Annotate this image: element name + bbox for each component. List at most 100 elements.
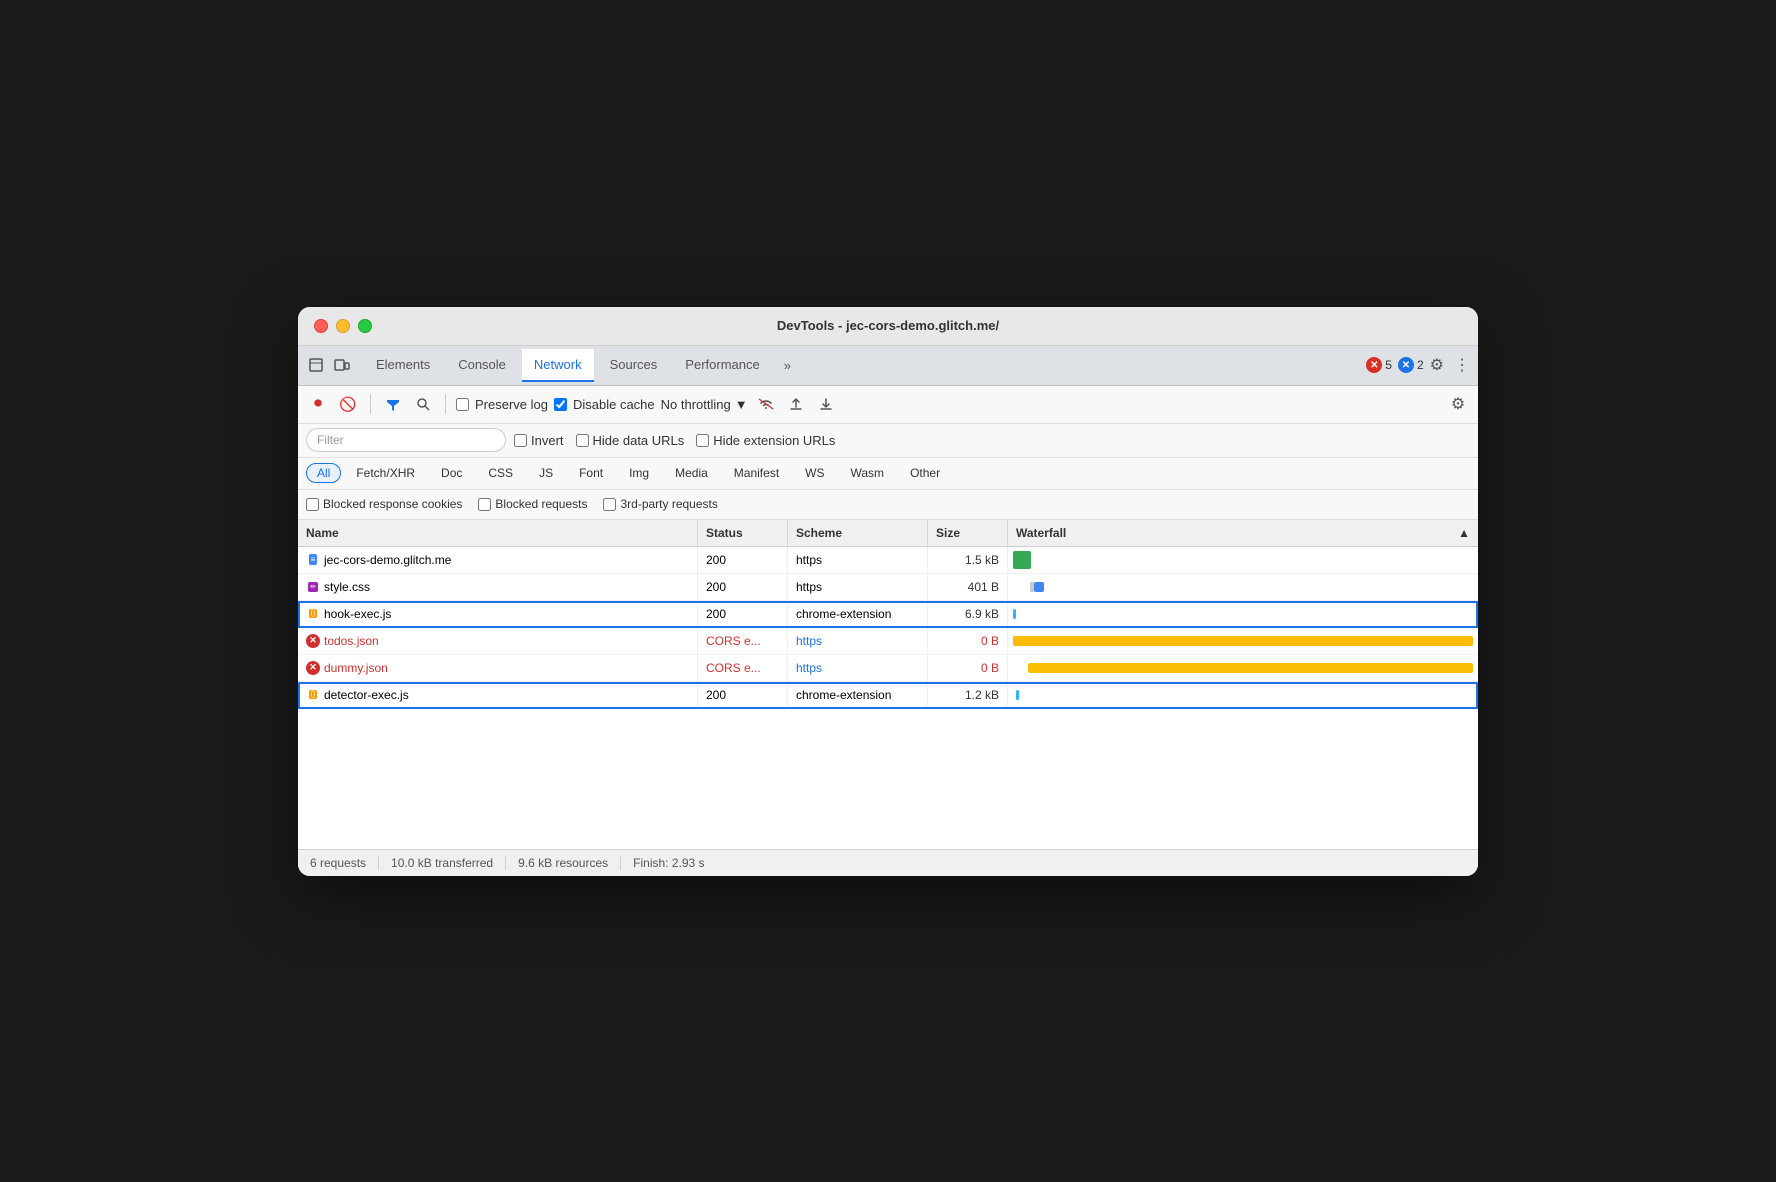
record-button[interactable]: ⏺ [306, 392, 330, 416]
type-btn-font[interactable]: Font [568, 463, 614, 483]
hide-data-urls-checkbox[interactable] [576, 434, 589, 447]
table-row[interactable]: ✏ style.css 200 https 401 B [298, 574, 1478, 601]
td-size: 6.9 kB [928, 601, 1008, 627]
blocked-cookies-checkbox[interactable] [306, 498, 319, 511]
type-btn-all[interactable]: All [306, 463, 341, 483]
devtools-window: DevTools - jec-cors-demo.glitch.me/ [298, 307, 1478, 876]
wifi-icon[interactable] [754, 392, 778, 416]
toolbar-separator-2 [445, 394, 446, 414]
cursor-icon[interactable] [306, 355, 326, 375]
th-size-label: Size [936, 526, 960, 540]
type-btn-wasm[interactable]: Wasm [840, 463, 896, 483]
status-bar: 6 requests 10.0 kB transferred 9.6 kB re… [298, 849, 1478, 876]
th-status[interactable]: Status [698, 520, 788, 546]
type-btn-media[interactable]: Media [664, 463, 719, 483]
preserve-log-option: Preserve log [456, 397, 548, 412]
row-name: todos.json [324, 634, 379, 648]
td-status: 200 [698, 601, 788, 627]
table-row[interactable]: {} hook-exec.js 200 chrome-extension 6.9… [298, 601, 1478, 628]
td-size: 1.5 kB [928, 547, 1008, 573]
invert-checkbox[interactable] [514, 434, 527, 447]
invert-option[interactable]: Invert [514, 433, 564, 448]
maximize-button[interactable] [358, 319, 372, 333]
blocked-requests-option[interactable]: Blocked requests [478, 497, 587, 511]
type-btn-manifest[interactable]: Manifest [723, 463, 790, 483]
title-bar: DevTools - jec-cors-demo.glitch.me/ [298, 307, 1478, 346]
th-status-label: Status [706, 526, 743, 540]
th-scheme-label: Scheme [796, 526, 842, 540]
th-waterfall[interactable]: Waterfall ▲ [1008, 520, 1478, 546]
th-scheme[interactable]: Scheme [788, 520, 928, 546]
type-btn-fetch[interactable]: Fetch/XHR [345, 463, 426, 483]
tab-console[interactable]: Console [446, 349, 518, 382]
filter-icon[interactable] [381, 392, 405, 416]
upload-icon[interactable] [784, 392, 808, 416]
main-toolbar: ⏺ 🚫 Preserve log Disable ca [298, 386, 1478, 424]
tab-badges: ✕ 5 ✕ 2 ⚙ ⋮ [1366, 355, 1470, 375]
preserve-log-checkbox[interactable] [456, 398, 469, 411]
preserve-log-label: Preserve log [475, 397, 548, 412]
hide-data-urls-label: Hide data URLs [593, 433, 685, 448]
type-btn-ws[interactable]: WS [794, 463, 835, 483]
filter-row: Invert Hide data URLs Hide extension URL… [298, 424, 1478, 458]
type-btn-css[interactable]: CSS [477, 463, 524, 483]
table-row[interactable]: {} detector-exec.js 200 chrome-extension… [298, 682, 1478, 709]
filter-input[interactable] [306, 428, 506, 452]
device-icon[interactable] [332, 355, 352, 375]
hide-ext-urls-option[interactable]: Hide extension URLs [696, 433, 835, 448]
blocked-requests-label: Blocked requests [495, 497, 587, 511]
settings-icon[interactable]: ⚙ [1430, 355, 1444, 375]
tab-performance[interactable]: Performance [673, 349, 771, 382]
tab-network[interactable]: Network [522, 349, 594, 382]
td-name: ✕ dummy.json [298, 655, 698, 681]
more-tabs-button[interactable]: » [776, 354, 799, 377]
network-settings-icon[interactable]: ⚙ [1446, 392, 1470, 416]
th-name[interactable]: Name [298, 520, 698, 546]
td-name: ✏ style.css [298, 574, 698, 600]
warning-count: 2 [1417, 358, 1424, 372]
download-icon[interactable] [814, 392, 838, 416]
blocked-cookies-option[interactable]: Blocked response cookies [306, 497, 462, 511]
blocked-requests-checkbox[interactable] [478, 498, 491, 511]
hide-data-urls-option[interactable]: Hide data URLs [576, 433, 685, 448]
table-row[interactable]: ✕ dummy.json CORS e... https 0 B [298, 655, 1478, 682]
td-scheme: https [788, 628, 928, 654]
row-name: jec-cors-demo.glitch.me [324, 553, 451, 567]
disable-cache-option: Disable cache [554, 397, 655, 412]
search-icon[interactable] [411, 392, 435, 416]
empty-space [298, 709, 1478, 849]
td-waterfall [1008, 655, 1478, 681]
type-btn-img[interactable]: Img [618, 463, 660, 483]
type-btn-doc[interactable]: Doc [430, 463, 473, 483]
close-button[interactable] [314, 319, 328, 333]
td-size: 1.2 kB [928, 682, 1008, 708]
disable-cache-checkbox[interactable] [554, 398, 567, 411]
td-scheme: https [788, 547, 928, 573]
table-body: ≡ jec-cors-demo.glitch.me 200 https 1.5 … [298, 547, 1478, 849]
table-row[interactable]: ≡ jec-cors-demo.glitch.me 200 https 1.5 … [298, 547, 1478, 574]
hide-ext-urls-checkbox[interactable] [696, 434, 709, 447]
tab-sources[interactable]: Sources [598, 349, 670, 382]
resources-size: 9.6 kB resources [506, 856, 621, 870]
window-title: DevTools - jec-cors-demo.glitch.me/ [777, 318, 999, 333]
td-size: 401 B [928, 574, 1008, 600]
type-btn-other[interactable]: Other [899, 463, 951, 483]
third-party-option[interactable]: 3rd-party requests [603, 497, 717, 511]
row-name: detector-exec.js [324, 688, 409, 702]
more-options-icon[interactable]: ⋮ [1454, 355, 1470, 375]
minimize-button[interactable] [336, 319, 350, 333]
td-scheme: chrome-extension [788, 601, 928, 627]
td-scheme: https [788, 655, 928, 681]
th-name-label: Name [306, 526, 339, 540]
td-status: CORS e... [698, 628, 788, 654]
throttle-select[interactable]: No throttling ▼ [661, 397, 748, 412]
type-btn-js[interactable]: JS [528, 463, 564, 483]
error-badge: ✕ 5 [1366, 357, 1392, 373]
clear-button[interactable]: 🚫 [336, 392, 360, 416]
th-size[interactable]: Size [928, 520, 1008, 546]
table-row[interactable]: ✕ todos.json CORS e... https 0 B [298, 628, 1478, 655]
third-party-checkbox[interactable] [603, 498, 616, 511]
tab-bar: Elements Console Network Sources Perform… [298, 346, 1478, 386]
tab-elements[interactable]: Elements [364, 349, 442, 382]
td-waterfall [1008, 628, 1478, 654]
